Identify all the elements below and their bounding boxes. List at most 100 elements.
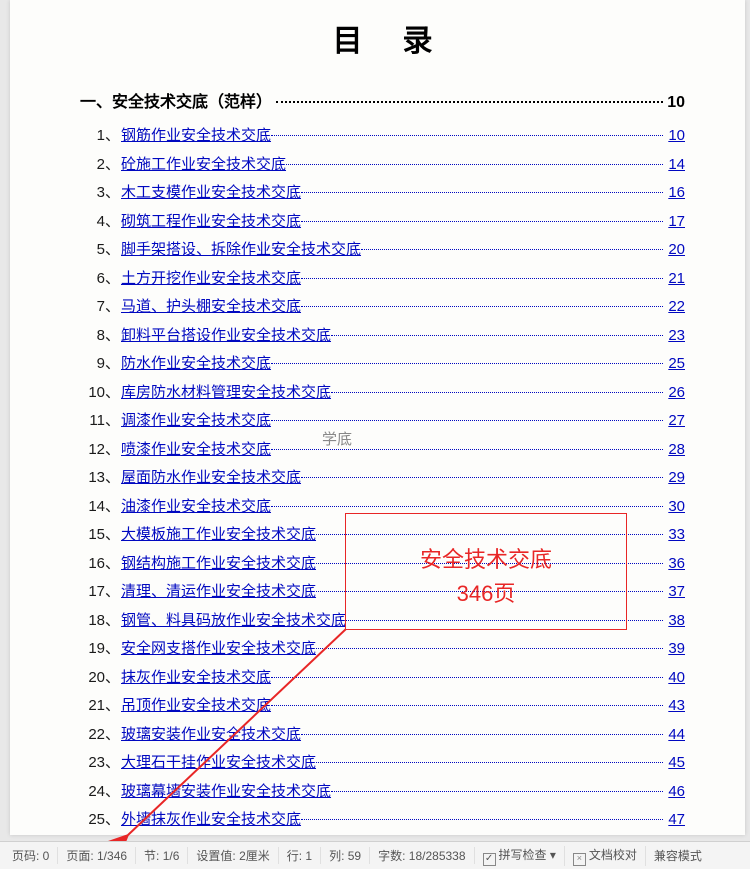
status-proof[interactable]: ×文档校对	[565, 846, 646, 866]
toc-number: 3、	[80, 179, 121, 208]
toc-page-link[interactable]: 36	[665, 550, 685, 579]
status-col[interactable]: 列: 59	[321, 847, 370, 864]
toc-page-link[interactable]: 29	[665, 464, 685, 493]
toc-link[interactable]: 外墙抹灰作业安全技术交底	[121, 806, 301, 835]
status-compat[interactable]: 兼容模式	[646, 847, 710, 864]
toc-link[interactable]: 钢管、料具码放作业安全技术交底	[121, 607, 346, 636]
toc-link[interactable]: 钢结构施工作业安全技术交底	[121, 550, 316, 579]
toc-number: 4、	[80, 208, 121, 237]
leader-dots	[271, 363, 663, 364]
toc-link[interactable]: 脚手架搭设、拆除作业安全技术交底	[121, 236, 361, 265]
toc-page-link[interactable]: 16	[665, 179, 685, 208]
status-page-code[interactable]: 页码: 0	[4, 847, 58, 864]
toc-link[interactable]: 库房防水材料管理安全技术交底	[121, 379, 331, 408]
status-section[interactable]: 节: 1/6	[136, 847, 188, 864]
toc-number: 18、	[80, 607, 121, 636]
status-set-value[interactable]: 设置值: 2厘米	[188, 847, 278, 864]
toc-page-link[interactable]: 10	[665, 122, 685, 151]
toc-page-link[interactable]: 37	[665, 578, 685, 607]
watermark-fragment: 学底	[318, 428, 356, 449]
toc-row: 18、钢管、料具码放作业安全技术交底 38	[80, 607, 685, 636]
check-icon: ✓	[483, 853, 496, 866]
toc-link[interactable]: 土方开挖作业安全技术交底	[121, 265, 301, 294]
toc-number: 5、	[80, 236, 121, 265]
toc-number: 6、	[80, 265, 121, 294]
toc-number: 23、	[80, 749, 121, 778]
toc-row: 21、吊顶作业安全技术交底 43	[80, 692, 685, 721]
toc-link[interactable]: 卸料平台搭设作业安全技术交底	[121, 322, 331, 351]
toc-link[interactable]: 大模板施工作业安全技术交底	[121, 521, 316, 550]
toc-link[interactable]: 油漆作业安全技术交底	[121, 493, 271, 522]
toc-page-link[interactable]: 33	[665, 521, 685, 550]
toc-row: 13、屋面防水作业安全技术交底29	[80, 464, 685, 493]
toc-link[interactable]: 防水作业安全技术交底	[121, 350, 271, 379]
toc-page-link[interactable]: 30	[665, 493, 685, 522]
status-bar: 页码: 0 页面: 1/346 节: 1/6 设置值: 2厘米 行: 1 列: …	[0, 841, 750, 869]
toc-number: 1、	[80, 122, 121, 151]
toc-page-link[interactable]: 45	[665, 749, 685, 778]
toc-number: 12、	[80, 436, 121, 465]
toc-row: 22、玻璃安装作业安全技术交底44	[80, 721, 685, 750]
toc-page-link[interactable]: 27	[665, 407, 685, 436]
toc-link[interactable]: 玻璃安装作业安全技术交底	[121, 721, 301, 750]
toc-page-link[interactable]: 44	[665, 721, 685, 750]
toc-page-link[interactable]: 39	[665, 635, 685, 664]
toc-page-link[interactable]: 38	[665, 607, 685, 636]
toc-page-link[interactable]: 43	[665, 692, 685, 721]
toc-page-link[interactable]: 14	[665, 151, 685, 180]
leader-dots	[361, 249, 663, 250]
toc-page-link[interactable]: 46	[665, 778, 685, 807]
section-header-label: 一、安全技术交底（范样）	[80, 88, 272, 112]
toc-link[interactable]: 吊顶作业安全技术交底	[121, 692, 271, 721]
toc-row: 9、防水作业安全技术交底 25	[80, 350, 685, 379]
status-row[interactable]: 行: 1	[279, 847, 321, 864]
toc-number: 21、	[80, 692, 121, 721]
toc-number: 9、	[80, 350, 121, 379]
toc-row: 2、砼施工作业安全技术交底 14	[80, 151, 685, 180]
leader-dots	[271, 135, 663, 136]
toc-page-link[interactable]: 26	[665, 379, 685, 408]
toc-row: 12、喷漆作业安全技术交底 28	[80, 436, 685, 465]
toc-number: 14、	[80, 493, 121, 522]
toc-link[interactable]: 安全网支搭作业安全技术交底	[121, 635, 316, 664]
toc-page-link[interactable]: 47	[665, 806, 685, 835]
toc-link[interactable]: 钢筋作业安全技术交底	[121, 122, 271, 151]
toc-link[interactable]: 马道、护头棚安全技术交底	[121, 293, 301, 322]
toc-row: 20、抹灰作业安全技术交底40	[80, 664, 685, 693]
toc-number: 7、	[80, 293, 121, 322]
toc-page-link[interactable]: 22	[665, 293, 685, 322]
toc-row: 3、木工支模作业安全技术交底 16	[80, 179, 685, 208]
toc-number: 2、	[80, 151, 121, 180]
toc-number: 16、	[80, 550, 121, 579]
toc-page-link[interactable]: 28	[665, 436, 685, 465]
page-content: 目录 一、安全技术交底（范样） 10 1、钢筋作业安全技术交底102、砼施工作业…	[10, 0, 745, 835]
app-window: 目录 一、安全技术交底（范样） 10 1、钢筋作业安全技术交底102、砼施工作业…	[0, 0, 750, 869]
status-word-count[interactable]: 字数: 18/285338	[370, 847, 474, 864]
leader-dots	[346, 620, 663, 621]
leader-dots	[301, 278, 663, 279]
toc-link[interactable]: 调漆作业安全技术交底	[121, 407, 271, 436]
toc-page-link[interactable]: 17	[665, 208, 685, 237]
toc-page-link[interactable]: 40	[665, 664, 685, 693]
leader-dots	[286, 164, 663, 165]
toc-row: 1、钢筋作业安全技术交底 10	[80, 122, 685, 151]
section-header: 一、安全技术交底（范样） 10	[80, 88, 685, 112]
toc-row: 6、土方开挖作业安全技术交底 21	[80, 265, 685, 294]
toc-page-link[interactable]: 21	[665, 265, 685, 294]
toc-link[interactable]: 屋面防水作业安全技术交底	[121, 464, 301, 493]
status-spellcheck[interactable]: ✓拼写检查 ▾	[475, 846, 565, 866]
toc-link[interactable]: 砌筑工程作业安全技术交底	[121, 208, 301, 237]
toc-link[interactable]: 喷漆作业安全技术交底	[121, 436, 271, 465]
toc-link[interactable]: 玻璃幕墙安装作业安全技术交底	[121, 778, 331, 807]
toc-link[interactable]: 砼施工作业安全技术交底	[121, 151, 286, 180]
toc-page-link[interactable]: 20	[665, 236, 685, 265]
toc-link[interactable]: 抹灰作业安全技术交底	[121, 664, 271, 693]
toc-link[interactable]: 大理石干挂作业安全技术交底	[121, 749, 316, 778]
toc-page-link[interactable]: 25	[665, 350, 685, 379]
toc-number: 25、	[80, 806, 121, 835]
toc-number: 24、	[80, 778, 121, 807]
toc-link[interactable]: 清理、清运作业安全技术交底	[121, 578, 316, 607]
toc-page-link[interactable]: 23	[665, 322, 685, 351]
toc-link[interactable]: 木工支模作业安全技术交底	[121, 179, 301, 208]
status-page[interactable]: 页面: 1/346	[58, 847, 136, 864]
